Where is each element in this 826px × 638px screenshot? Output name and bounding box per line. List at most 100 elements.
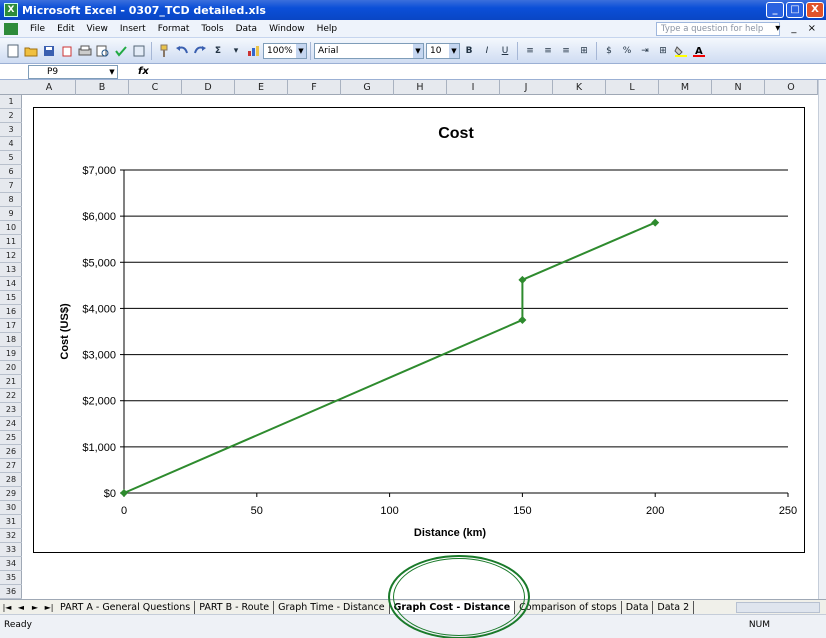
zoom-select[interactable]: 100% ▼ — [263, 42, 307, 59]
align-right-icon[interactable]: ≡ — [558, 43, 574, 59]
spelling-icon[interactable] — [113, 43, 129, 59]
row-header-8[interactable]: 8 — [0, 193, 22, 207]
tab-part-b[interactable]: PART B - Route — [195, 600, 275, 614]
insert-function-icon[interactable]: fx — [138, 66, 149, 77]
row-header-17[interactable]: 17 — [0, 319, 22, 333]
menu-view[interactable]: View — [81, 24, 114, 34]
menu-tools[interactable]: Tools — [195, 24, 229, 34]
row-header-35[interactable]: 35 — [0, 571, 22, 585]
tab-data-2[interactable]: Data 2 — [653, 600, 695, 614]
excel-app-icon[interactable]: X — [4, 3, 18, 17]
format-painter-icon[interactable] — [156, 43, 172, 59]
first-sheet-button[interactable]: |◄ — [0, 603, 14, 612]
merge-center-icon[interactable]: ⊞ — [576, 43, 592, 59]
bold-button[interactable]: B — [461, 43, 477, 59]
column-header-a[interactable]: A — [23, 80, 76, 95]
row-header-24[interactable]: 24 — [0, 417, 22, 431]
minimize-button[interactable]: _ — [766, 2, 784, 18]
close-button[interactable]: X — [806, 2, 824, 18]
row-header-33[interactable]: 33 — [0, 543, 22, 557]
column-header-f[interactable]: F — [288, 80, 341, 95]
undo-icon[interactable] — [174, 43, 190, 59]
underline-button[interactable]: U — [497, 43, 513, 59]
row-header-21[interactable]: 21 — [0, 375, 22, 389]
currency-button[interactable]: $ — [601, 43, 617, 59]
font-name-select[interactable]: Arial ▼ — [314, 42, 424, 59]
tab-part-a[interactable]: PART A - General Questions — [56, 600, 196, 614]
percent-button[interactable]: % — [619, 43, 635, 59]
row-header-6[interactable]: 6 — [0, 165, 22, 179]
name-box[interactable]: P9 ▼ — [28, 64, 118, 79]
tab-graph-time-distance[interactable]: Graph Time - Distance — [274, 600, 390, 614]
column-header-j[interactable]: J — [500, 80, 553, 95]
borders-icon[interactable]: ⊞ — [655, 43, 671, 59]
row-header-10[interactable]: 10 — [0, 221, 22, 235]
next-sheet-button[interactable]: ► — [28, 603, 42, 612]
column-header-g[interactable]: G — [341, 80, 394, 95]
chart-wizard-icon[interactable] — [246, 43, 262, 59]
redo-icon[interactable] — [192, 43, 208, 59]
row-header-4[interactable]: 4 — [0, 137, 22, 151]
permission-icon[interactable] — [59, 43, 75, 59]
row-header-11[interactable]: 11 — [0, 235, 22, 249]
sort-icon[interactable]: ▾ — [228, 43, 244, 59]
row-header-31[interactable]: 31 — [0, 515, 22, 529]
column-header-e[interactable]: E — [235, 80, 288, 95]
column-header-c[interactable]: C — [129, 80, 182, 95]
row-header-25[interactable]: 25 — [0, 431, 22, 445]
row-header-23[interactable]: 23 — [0, 403, 22, 417]
prev-sheet-button[interactable]: ◄ — [14, 603, 28, 612]
chart-area[interactable]: Cost $0 $1,000 $2,000 $3,000 $4,000 $5,000 $6,0… — [33, 107, 805, 553]
font-size-select[interactable]: 10 ▼ — [426, 42, 460, 59]
font-color-icon[interactable]: A — [691, 43, 707, 59]
row-header-27[interactable]: 27 — [0, 459, 22, 473]
fill-color-icon[interactable] — [673, 43, 689, 59]
workbook-icon[interactable] — [4, 22, 18, 35]
column-header-d[interactable]: D — [182, 80, 235, 95]
indent-icon[interactable]: ⇥ — [637, 43, 653, 59]
menu-insert[interactable]: Insert — [114, 24, 152, 34]
document-window-controls[interactable]: ▾ _ × — [775, 23, 820, 34]
row-header-1[interactable]: 1 — [0, 95, 22, 109]
menu-file[interactable]: File — [24, 24, 51, 34]
column-header-b[interactable]: B — [76, 80, 129, 95]
menu-edit[interactable]: Edit — [51, 24, 80, 34]
column-header-l[interactable]: L — [606, 80, 659, 95]
column-header-m[interactable]: M — [659, 80, 712, 95]
print-icon[interactable] — [77, 43, 93, 59]
vertical-scrollbar[interactable] — [818, 80, 826, 599]
row-header-30[interactable]: 30 — [0, 501, 22, 515]
row-header-3[interactable]: 3 — [0, 123, 22, 137]
italic-button[interactable]: I — [479, 43, 495, 59]
align-left-icon[interactable]: ≡ — [522, 43, 538, 59]
tab-comparison-of-stops[interactable]: Comparison of stops — [515, 600, 622, 614]
help-search-input[interactable]: Type a question for help — [656, 22, 780, 36]
align-center-icon[interactable]: ≡ — [540, 43, 556, 59]
row-header-28[interactable]: 28 — [0, 473, 22, 487]
row-header-22[interactable]: 22 — [0, 389, 22, 403]
autosum-icon[interactable]: Σ — [210, 43, 226, 59]
menu-window[interactable]: Window — [263, 24, 311, 34]
column-header-h[interactable]: H — [394, 80, 447, 95]
last-sheet-button[interactable]: ►| — [42, 603, 56, 612]
row-header-32[interactable]: 32 — [0, 529, 22, 543]
menu-data[interactable]: Data — [230, 24, 264, 34]
column-header-k[interactable]: K — [553, 80, 606, 95]
row-header-36[interactable]: 36 — [0, 585, 22, 599]
row-header-12[interactable]: 12 — [0, 249, 22, 263]
tab-data[interactable]: Data — [622, 600, 654, 614]
column-header-o[interactable]: O — [765, 80, 818, 95]
menu-help[interactable]: Help — [311, 24, 344, 34]
row-header-18[interactable]: 18 — [0, 333, 22, 347]
column-header-n[interactable]: N — [712, 80, 765, 95]
row-header-26[interactable]: 26 — [0, 445, 22, 459]
row-header-20[interactable]: 20 — [0, 361, 22, 375]
menu-format[interactable]: Format — [152, 24, 196, 34]
row-header-16[interactable]: 16 — [0, 305, 22, 319]
row-header-15[interactable]: 15 — [0, 291, 22, 305]
horizontal-scrollbar[interactable] — [736, 602, 820, 613]
column-header-i[interactable]: I — [447, 80, 500, 95]
open-icon[interactable] — [23, 43, 39, 59]
row-header-5[interactable]: 5 — [0, 151, 22, 165]
row-header-14[interactable]: 14 — [0, 277, 22, 291]
